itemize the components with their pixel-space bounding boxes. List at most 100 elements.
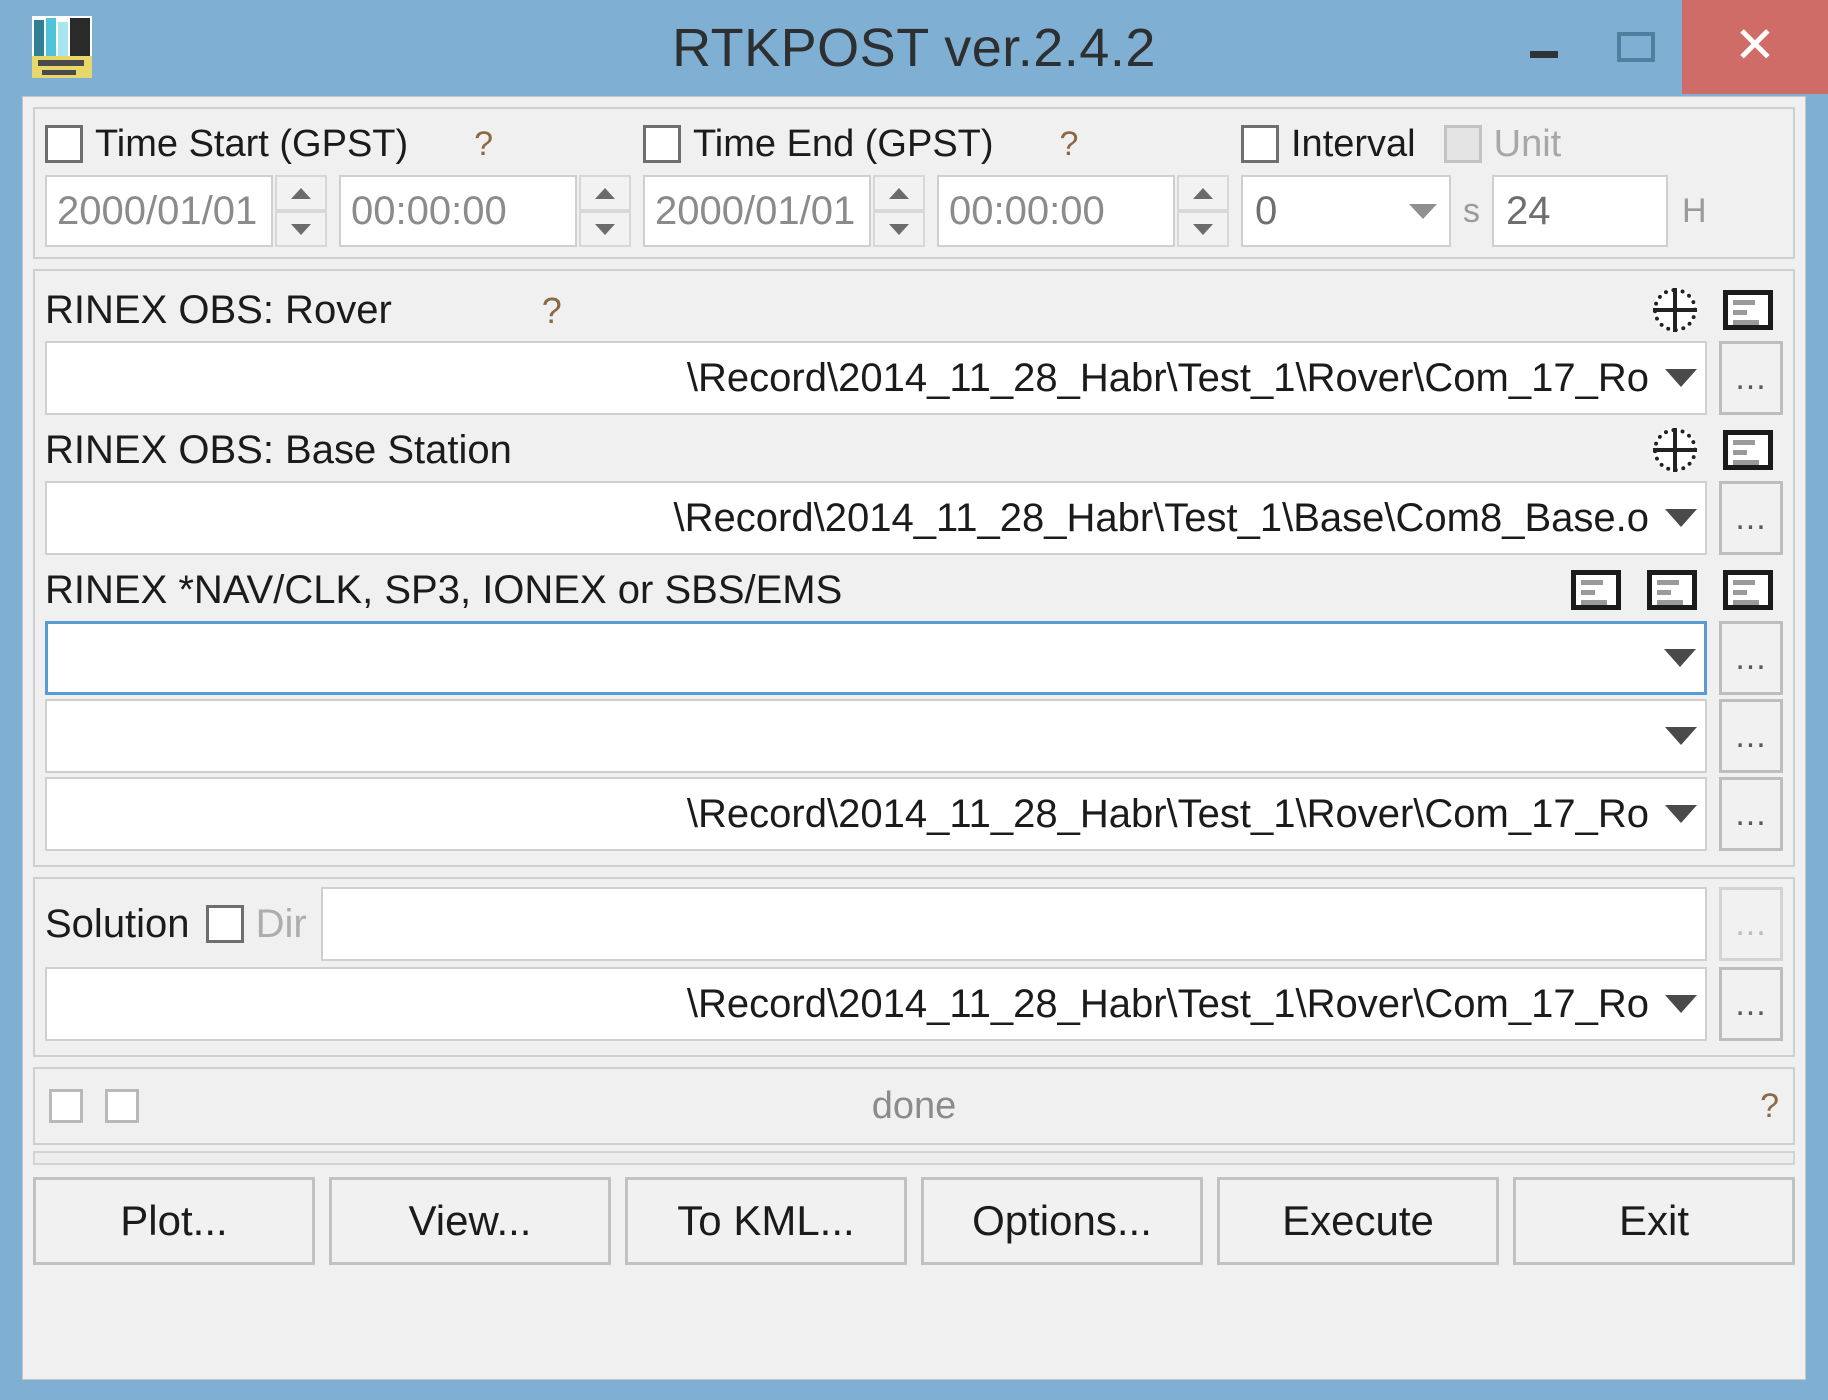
time-start-group: Time Start (GPST) ? 2000/01/01 00:00:00 — [45, 117, 643, 247]
chevron-down-icon[interactable] — [1665, 369, 1697, 387]
interval-unit-suffix: s — [1463, 192, 1480, 230]
progress-bar — [33, 1151, 1795, 1165]
interval-combo[interactable]: 0 — [1241, 175, 1451, 247]
text-view-icon[interactable] — [1571, 570, 1621, 610]
spinner-down-icon[interactable] — [275, 211, 327, 247]
nav-path-combo-3[interactable]: \Record\2014_11_28_Habr\Test_1\Rover\Com… — [45, 777, 1707, 851]
time-start-time-input[interactable]: 00:00:00 — [339, 175, 577, 247]
nav-path-combo-1[interactable] — [45, 621, 1707, 695]
close-button[interactable]: ✕ — [1682, 0, 1828, 94]
execute-button[interactable]: Execute — [1217, 1177, 1499, 1265]
base-path-text: \Record\2014_11_28_Habr\Test_1\Base\Com8… — [673, 495, 1649, 540]
unit-label: Unit — [1493, 122, 1562, 165]
rover-path-row: \Record\2014_11_28_Habr\Test_1\Rover\Com… — [45, 341, 1783, 415]
interval-group: Interval Unit 0 s 24 H — [1241, 117, 1707, 247]
solution-path-row: \Record\2014_11_28_Habr\Test_1\Rover\Com… — [45, 967, 1783, 1041]
unit-value-input[interactable]: 24 — [1492, 175, 1668, 247]
nav-label-row: RINEX *NAV/CLK, SP3, IONEX or SBS/EMS — [45, 559, 1783, 621]
minimize-button[interactable] — [1498, 0, 1590, 94]
solution-panel: Solution Dir ... \Record\2014_11_28_Habr… — [33, 877, 1795, 1057]
text-view-icon[interactable] — [1723, 290, 1773, 330]
solution-dir-checkbox[interactable] — [205, 905, 244, 943]
view-button[interactable]: View... — [329, 1177, 611, 1265]
spinner-down-icon[interactable] — [1177, 211, 1229, 247]
rover-browse-button[interactable]: ... — [1719, 341, 1783, 415]
spinner-up-icon[interactable] — [579, 175, 631, 211]
maximize-button[interactable] — [1590, 0, 1682, 94]
nav-path-text-3: \Record\2014_11_28_Habr\Test_1\Rover\Com… — [686, 791, 1649, 836]
time-end-date-input[interactable]: 2000/01/01 — [643, 175, 871, 247]
rover-help[interactable]: ? — [542, 290, 562, 331]
spinner-down-icon[interactable] — [873, 211, 925, 247]
close-icon: ✕ — [1734, 17, 1776, 73]
base-browse-button[interactable]: ... — [1719, 481, 1783, 555]
rover-label-row: RINEX OBS: Rover? — [45, 279, 1783, 341]
plot-button[interactable]: Plot... — [33, 1177, 315, 1265]
spinner-up-icon[interactable] — [1177, 175, 1229, 211]
chevron-down-icon[interactable] — [1665, 727, 1697, 745]
spinner-down-icon[interactable] — [579, 211, 631, 247]
solution-dir-row: Solution Dir ... — [45, 887, 1783, 961]
time-end-help[interactable]: ? — [1060, 125, 1079, 164]
text-view-icon[interactable] — [1647, 570, 1697, 610]
solution-dir-input[interactable] — [320, 887, 1707, 961]
button-bar: Plot... View... To KML... Options... Exe… — [33, 1177, 1795, 1265]
globe-icon[interactable] — [1653, 428, 1697, 472]
rover-icons — [1653, 288, 1783, 332]
title-bar[interactable]: RTKPOST ver.2.4.2 ✕ — [0, 0, 1828, 96]
time-end-checkbox[interactable] — [643, 125, 681, 163]
chevron-down-icon[interactable] — [1665, 995, 1697, 1013]
base-label: RINEX OBS: Base Station — [45, 427, 512, 472]
base-icons — [1653, 428, 1783, 472]
spinner-up-icon[interactable] — [275, 175, 327, 211]
rover-label: RINEX OBS: Rover? — [45, 287, 562, 332]
time-end-time-spinner[interactable] — [1177, 175, 1229, 247]
nav-path-combo-2[interactable] — [45, 699, 1707, 773]
time-end-date-spinner[interactable] — [873, 175, 925, 247]
rover-path-combo[interactable]: \Record\2014_11_28_Habr\Test_1\Rover\Com… — [45, 341, 1707, 415]
chevron-down-icon[interactable] — [1665, 805, 1697, 823]
time-start-date-input[interactable]: 2000/01/01 — [45, 175, 273, 247]
client-area: Time Start (GPST) ? 2000/01/01 00:00:00 — [22, 96, 1806, 1380]
options-button[interactable]: Options... — [921, 1177, 1203, 1265]
unit-checkbox[interactable] — [1443, 125, 1482, 163]
time-end-header: Time End (GPST) ? — [643, 117, 1241, 171]
solution-label: Solution — [45, 902, 190, 946]
base-path-combo[interactable]: \Record\2014_11_28_Habr\Test_1\Base\Com8… — [45, 481, 1707, 555]
text-view-icon[interactable] — [1723, 430, 1773, 470]
time-start-checkbox[interactable] — [45, 125, 83, 163]
globe-icon[interactable] — [1653, 288, 1697, 332]
nav-browse-button-2[interactable]: ... — [1719, 699, 1783, 773]
rover-path-text: \Record\2014_11_28_Habr\Test_1\Rover\Com… — [686, 355, 1649, 400]
interval-checkbox[interactable] — [1241, 125, 1279, 163]
time-end-fields: 2000/01/01 00:00:00 — [643, 175, 1241, 247]
solution-path-combo[interactable]: \Record\2014_11_28_Habr\Test_1\Rover\Com… — [45, 967, 1707, 1041]
time-start-fields: 2000/01/01 00:00:00 — [45, 175, 643, 247]
time-start-label: Time Start (GPST) — [95, 122, 409, 165]
time-end-time-input[interactable]: 00:00:00 — [937, 175, 1175, 247]
solution-dir-browse-button[interactable]: ... — [1719, 887, 1783, 961]
maximize-icon — [1617, 32, 1655, 62]
time-start-header: Time Start (GPST) ? — [45, 117, 643, 171]
time-end-label: Time End (GPST) — [693, 122, 994, 165]
interval-value: 0 — [1255, 188, 1278, 233]
rtkpost-window: RTKPOST ver.2.4.2 ✕ Time Start (GPST) ? … — [0, 0, 1828, 1400]
spinner-up-icon[interactable] — [873, 175, 925, 211]
base-path-row: \Record\2014_11_28_Habr\Test_1\Base\Com8… — [45, 481, 1783, 555]
chevron-down-icon[interactable] — [1664, 649, 1696, 667]
to-kml-button[interactable]: To KML... — [625, 1177, 907, 1265]
time-start-date-spinner[interactable] — [275, 175, 327, 247]
nav-browse-button-1[interactable]: ... — [1719, 621, 1783, 695]
solution-path-text: \Record\2014_11_28_Habr\Test_1\Rover\Com… — [686, 981, 1649, 1026]
exit-button[interactable]: Exit — [1513, 1177, 1795, 1265]
app-icon — [32, 16, 92, 78]
chevron-down-icon[interactable] — [1665, 509, 1697, 527]
solution-browse-button[interactable]: ... — [1719, 967, 1783, 1041]
interval-header: Interval Unit — [1241, 117, 1707, 171]
time-start-time-spinner[interactable] — [579, 175, 631, 247]
text-view-icon[interactable] — [1723, 570, 1773, 610]
nav-browse-button-3[interactable]: ... — [1719, 777, 1783, 851]
nav-path-row-1: ... — [45, 621, 1783, 695]
status-bar: done ? — [33, 1067, 1795, 1145]
time-start-help[interactable]: ? — [474, 125, 493, 164]
